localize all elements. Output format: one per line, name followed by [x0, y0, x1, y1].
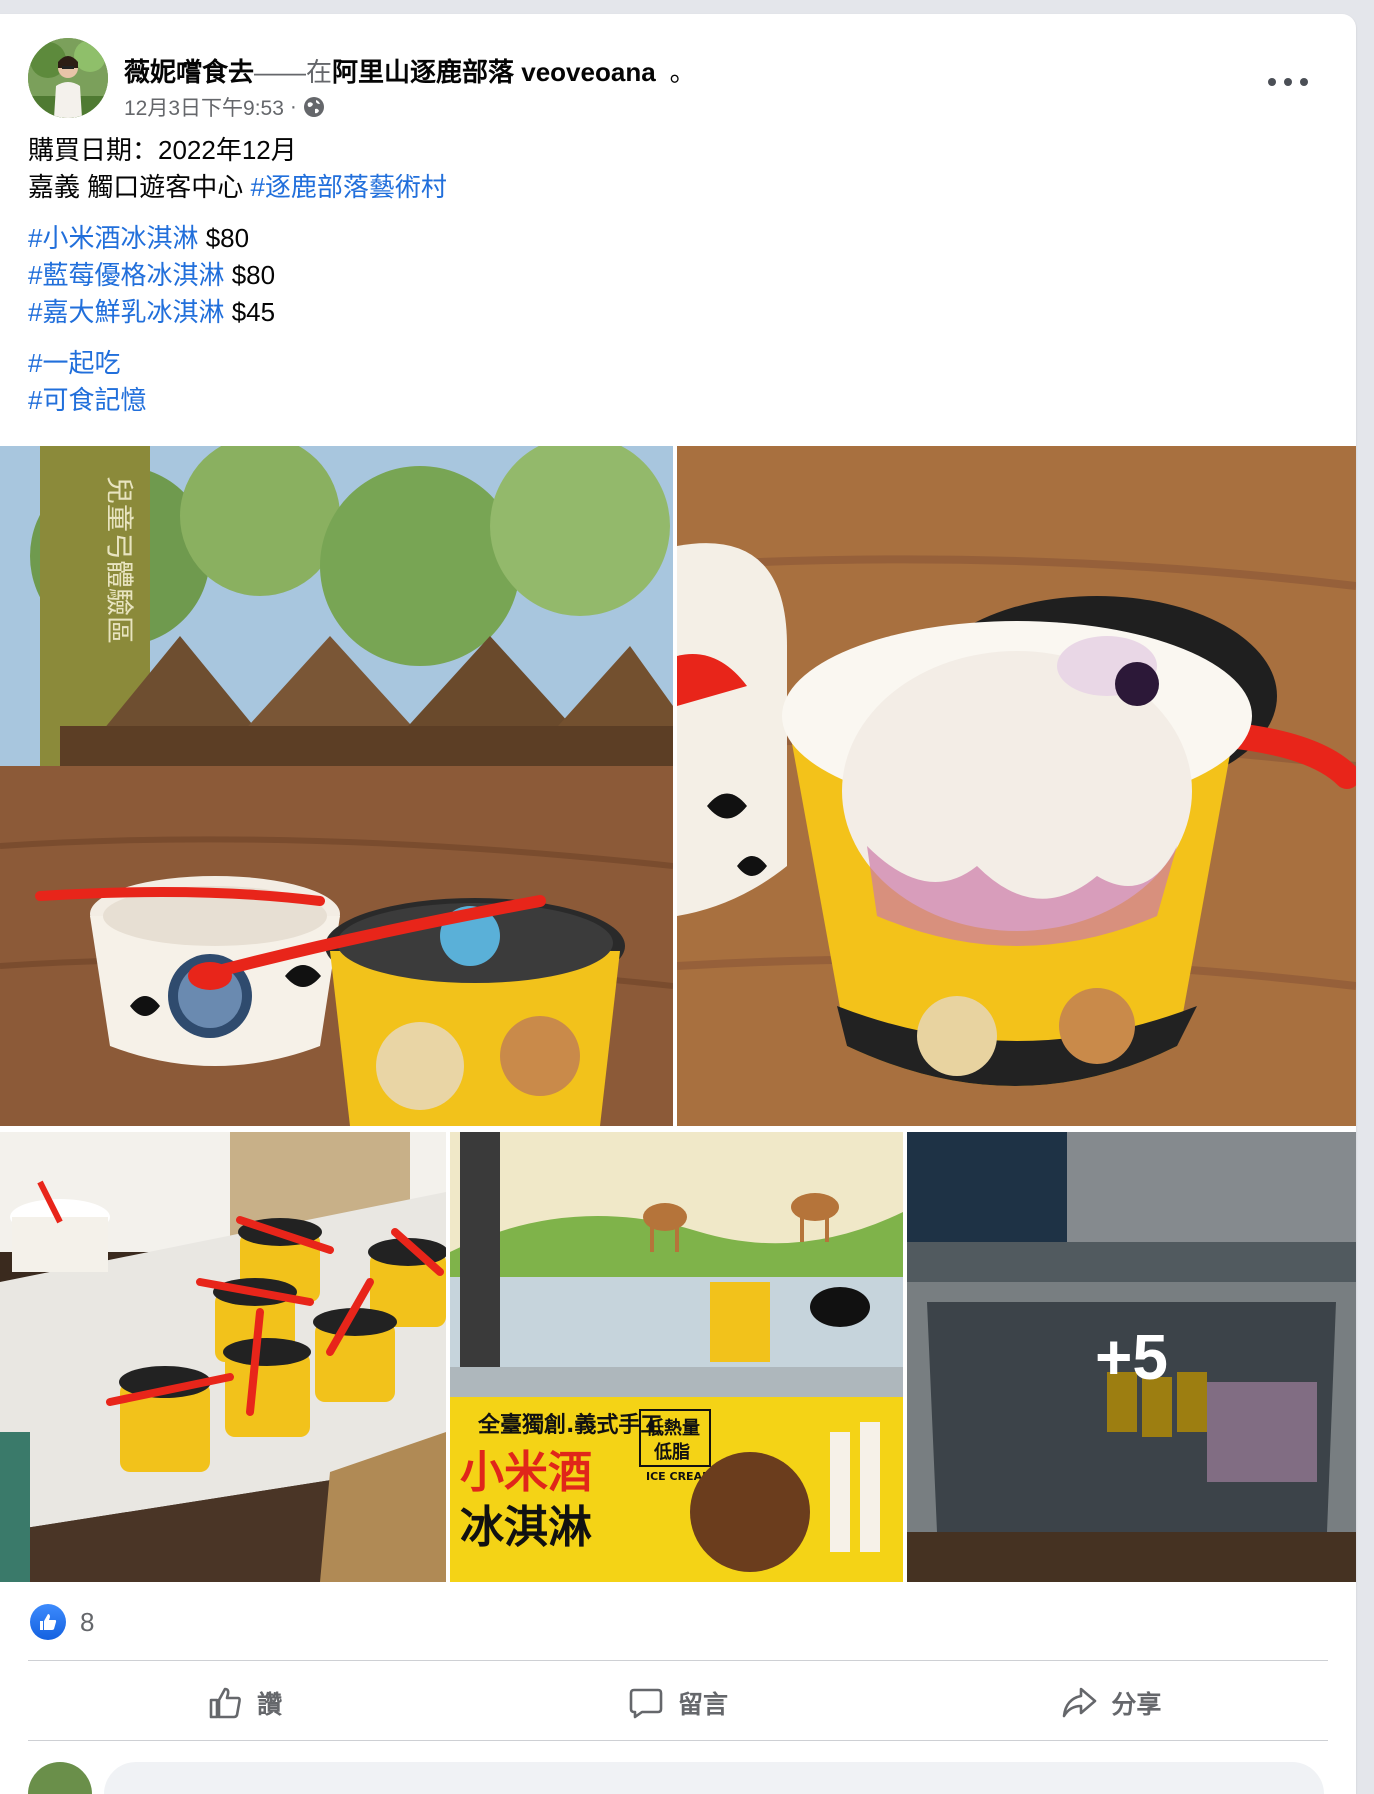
- dot: [1284, 78, 1292, 86]
- share-label: 分享: [1111, 1691, 1162, 1719]
- location-line: 嘉義 觸口遊客中心 #逐鹿部落藝術村: [28, 169, 1328, 206]
- period: 。: [669, 57, 696, 87]
- thumbs-up-icon: [209, 1687, 242, 1719]
- divider: [28, 1660, 1328, 1661]
- banner-line1: 全臺獨創.義式手工: [477, 1412, 662, 1438]
- location-text: 嘉義 觸口遊客中心: [28, 172, 251, 202]
- photo-grid: 兒童弓體驗區 全臺獨創.義式手工 小米酒 冰淇淋 低熱量 低脂 ICE CREA…: [0, 446, 1356, 1596]
- hashtag-item[interactable]: #藍莓優格冰淇淋: [28, 260, 224, 290]
- banner-line2: 小米酒: [460, 1447, 592, 1498]
- share-button[interactable]: 分享: [895, 1668, 1328, 1738]
- item-line: #小米酒冰淇淋 $80: [28, 220, 1328, 257]
- dash: ——: [254, 57, 307, 87]
- item-line: #藍莓優格冰淇淋 $80: [28, 257, 1328, 294]
- post-meta: 12月3日下午9:53 ·: [124, 92, 325, 122]
- dot: [1300, 78, 1308, 86]
- banner-line3: 冰淇淋: [460, 1502, 592, 1553]
- photo-ice-cream-cups-table[interactable]: 兒童弓體驗區: [0, 446, 673, 1126]
- divider: [28, 1740, 1328, 1741]
- like-icon: [30, 1604, 66, 1640]
- post-header: 薇妮嚐食去——在阿里山逐鹿部落 veoveoana 。 12月3日下午9:53 ·: [28, 38, 1328, 122]
- more-photos-count: +5: [1095, 1321, 1168, 1393]
- like-label: 讚: [257, 1691, 283, 1719]
- like-button[interactable]: 讚: [28, 1668, 461, 1738]
- more-options-button[interactable]: [1268, 72, 1308, 92]
- viewer-avatar[interactable]: [28, 1762, 92, 1794]
- photo-image: 全臺獨創.義式手工 小米酒 冰淇淋 低熱量 低脂 ICE CREAM: [450, 1132, 903, 1582]
- avatar-image: [28, 38, 108, 118]
- at-word: 在: [306, 57, 333, 87]
- action-bar: 讚 留言 分享: [28, 1668, 1328, 1738]
- hashtag-item[interactable]: #小米酒冰淇淋: [28, 223, 198, 253]
- item-price: $80: [198, 223, 250, 253]
- hashtag-eat-together[interactable]: #一起吃: [28, 348, 120, 378]
- purchase-date: 購買日期：2022年12月: [28, 135, 297, 165]
- reaction-summary[interactable]: 8: [30, 1604, 94, 1640]
- photo-blueberry-ice-cream[interactable]: [677, 446, 1356, 1126]
- photo-image: 兒童弓體驗區: [0, 446, 673, 1126]
- post-text: 購買日期：2022年12月 嘉義 觸口遊客中心 #逐鹿部落藝術村 #小米酒冰淇淋…: [28, 132, 1328, 419]
- photo-image: [0, 1132, 446, 1582]
- reaction-count: 8: [80, 1606, 95, 1637]
- comment-label: 留言: [677, 1691, 728, 1719]
- author-name[interactable]: 薇妮嚐食去: [124, 57, 254, 87]
- banner-badge2: 低脂: [653, 1441, 690, 1463]
- hashtag-village[interactable]: #逐鹿部落藝術村: [250, 172, 446, 202]
- photo-cups-counter[interactable]: [0, 1132, 446, 1582]
- banner-badge1: 低熱量: [645, 1417, 700, 1439]
- hashtag-edible-memory[interactable]: #可食記憶: [28, 385, 146, 415]
- dot: [1268, 78, 1276, 86]
- meta-separator: ·: [289, 95, 297, 118]
- location-link[interactable]: 阿里山逐鹿部落 veoveoana: [332, 57, 656, 87]
- photo-shop-banner[interactable]: 全臺獨創.義式手工 小米酒 冰淇淋 低熱量 低脂 ICE CREAM: [450, 1132, 903, 1582]
- more-photos-overlay[interactable]: +5: [907, 1132, 1356, 1582]
- tag-line: #可食記憶: [28, 382, 1328, 419]
- globe-icon[interactable]: [303, 96, 325, 118]
- item-price: $80: [224, 260, 276, 290]
- photo-freezer-more[interactable]: +5: [907, 1132, 1356, 1582]
- post-card: 薇妮嚐食去——在阿里山逐鹿部落 veoveoana 。 12月3日下午9:53 ·…: [0, 14, 1356, 1794]
- item-line: #嘉大鮮乳冰淇淋 $45: [28, 294, 1328, 331]
- timestamp[interactable]: 12月3日下午9:53: [124, 92, 284, 122]
- sign-text: 兒童弓體驗區: [103, 476, 136, 644]
- item-price: $45: [224, 297, 276, 327]
- photo-image: [677, 446, 1356, 1126]
- author-avatar[interactable]: [28, 38, 108, 118]
- share-icon: [1063, 1687, 1097, 1718]
- tag-line: #一起吃: [28, 345, 1328, 382]
- author-line: 薇妮嚐食去——在阿里山逐鹿部落 veoveoana 。: [124, 52, 696, 89]
- hashtag-item[interactable]: #嘉大鮮乳冰淇淋: [28, 297, 224, 327]
- comment-icon: [629, 1688, 663, 1719]
- comment-input[interactable]: [104, 1762, 1324, 1794]
- comment-button[interactable]: 留言: [461, 1668, 894, 1738]
